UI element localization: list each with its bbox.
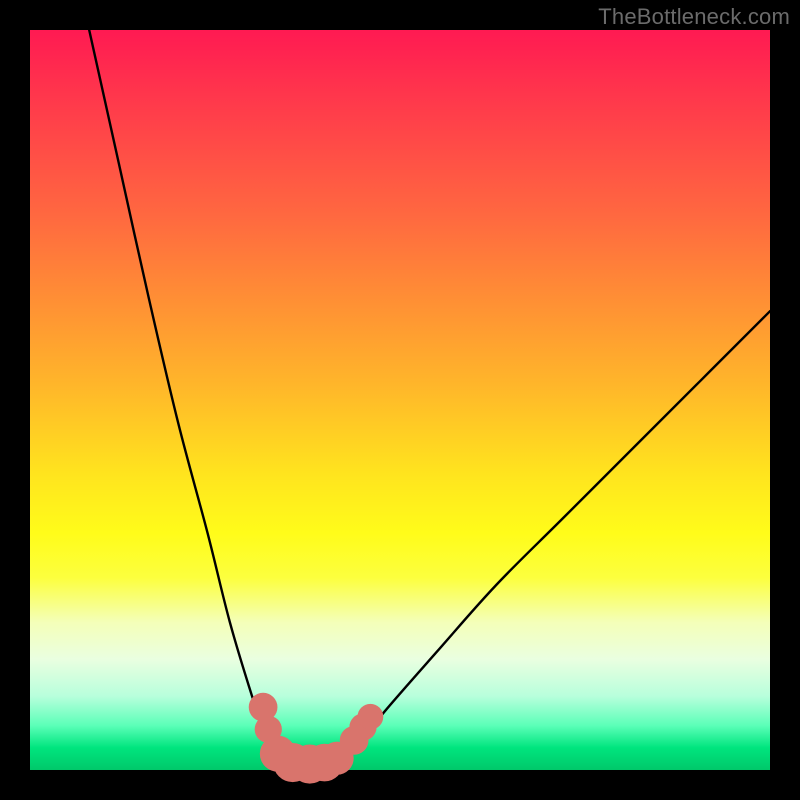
marker-group	[249, 693, 384, 784]
watermark-text: TheBottleneck.com	[598, 4, 790, 30]
chart-svg	[30, 30, 770, 770]
curve-group	[89, 30, 770, 768]
marker-dot	[358, 704, 384, 730]
bottleneck-curve	[89, 30, 770, 768]
chart-frame: TheBottleneck.com	[0, 0, 800, 800]
